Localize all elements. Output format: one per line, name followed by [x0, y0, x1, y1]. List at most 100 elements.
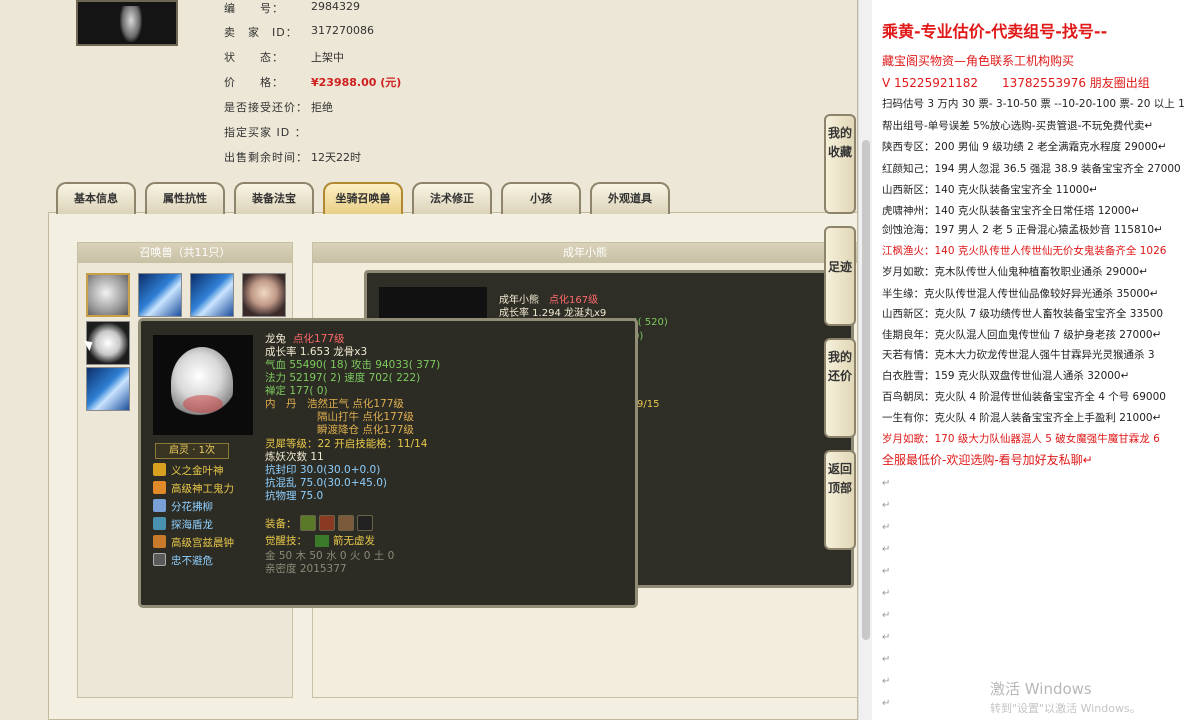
pet-growth: 成长率 1.653 龙骨x3: [265, 346, 368, 358]
pet-thumb-ice-2[interactable]: [190, 273, 234, 317]
pet-thumb-polar-bear[interactable]: [86, 273, 130, 317]
my-counteroffers-button[interactable]: 我的还价: [824, 338, 856, 438]
skill-1[interactable]: 义之金叶神: [153, 463, 224, 479]
awake-skill-icon: [315, 535, 329, 547]
note-line-8: 虎啸神州：140 克火队装备宝宝齐全日常任塔 12000↵: [882, 205, 1140, 217]
note-line-5: 陕西专区：200 男仙 9 级功绩 2 老全满霜克水程度 29000↵: [882, 141, 1167, 153]
windows-activation-hint: 转到"设置"以激活 Windows。: [990, 702, 1141, 715]
equip-label: 装备：: [265, 518, 297, 530]
scrollbar-thumb[interactable]: [862, 140, 870, 640]
equip-slot-2[interactable]: [319, 515, 335, 531]
skill-6[interactable]: 忠不避危: [153, 553, 213, 569]
tab-equipment[interactable]: 装备法宝: [234, 182, 314, 214]
skill-4-label: 探海盾龙: [171, 519, 213, 531]
seller-label: 卖 家 ID：: [224, 26, 298, 39]
note-line-2: V 15225921182 13782553976 朋友圈出组: [882, 76, 1150, 90]
skill-4-icon: [153, 517, 166, 530]
footprints-button[interactable]: 足迹: [824, 226, 856, 326]
equip-slots: [297, 515, 373, 531]
tab-child[interactable]: 小孩: [501, 182, 581, 214]
time-value: 12天22时: [311, 151, 361, 164]
return-mark: ↵: [882, 698, 891, 709]
price-value: ¥23988.00 (元): [311, 76, 402, 89]
skill-2-label: 高级神工鬼力: [171, 483, 234, 495]
rabbit-accent: [183, 395, 223, 413]
note-line-16: 白衣胜雪：159 克火队双盘传世仙混人通杀 32000↵: [882, 370, 1130, 382]
skill-2[interactable]: 高级神工鬼力: [153, 481, 234, 497]
pet-thumb-lady[interactable]: [242, 273, 286, 317]
scrollbar[interactable]: [858, 0, 872, 720]
return-mark: ↵: [882, 522, 891, 533]
skill-1-icon: [153, 463, 166, 476]
pet-thumb-ice-3[interactable]: [86, 367, 130, 411]
note-line-19: 岁月如歌：170 级大力队仙器混人 5 破女魔强牛魔甘霖龙 6: [882, 433, 1160, 445]
return-mark: ↵: [882, 588, 891, 599]
character-figure: [120, 6, 142, 42]
equip-slot-3[interactable]: [338, 515, 354, 531]
rabbit-image: [153, 335, 253, 435]
equip-slot-1[interactable]: [300, 515, 316, 531]
note-line-14: 佳期良年：克火队混人回血鬼传世仙 7 级护身老孩 27000↵: [882, 329, 1162, 341]
return-mark: ↵: [882, 500, 891, 511]
resist-seal: 抗封印 30.0(30.0+0.0): [265, 464, 381, 476]
pet-mp-spd: 法力 52197( 2) 速度 702( 222): [265, 372, 421, 384]
my-favorites-button[interactable]: 我的收藏: [824, 114, 856, 214]
skill-5-icon: [153, 535, 166, 548]
note-line-10: 江枫渔火：140 克火队传世人传世仙无价女鬼装备齐全 1026: [882, 245, 1167, 257]
awake-skill: 箭无虚发: [333, 535, 375, 547]
skill-3-label: 分花拂柳: [171, 501, 213, 513]
skill-3[interactable]: 分花拂柳: [153, 499, 213, 515]
pet-tooltip: 龙兔 点化177级 成长率 1.653 龙骨x3 气血 55490( 18) 攻…: [138, 318, 638, 608]
character-portrait: [76, 0, 178, 46]
note-line-12: 半生缘：克火队传世混人传世仙品像较好异光通杀 35000↵: [882, 288, 1159, 300]
price-label: 价 格：: [224, 76, 284, 89]
note-pane: 乘黄-专业估价-代卖组号-找号-- 藏宝阁买物资—角色联系工机构购买 V 152…: [872, 0, 1188, 720]
note-line-4: 帮出组号-单号误差 5%放心选购-买贵管退-不玩免费代卖↵: [882, 120, 1154, 132]
return-mark: ↵: [882, 478, 891, 489]
neidan-3: 瞬渡降仓 点化177级: [317, 424, 414, 436]
buyer-label: 指定买家 ID ：: [224, 126, 307, 139]
tab-spell-fix[interactable]: 法术修正: [412, 182, 492, 214]
intimacy: 亲密度 2015377: [265, 563, 347, 575]
note-line-6: 红颜知己：194 男人忽混 36.5 强混 38.9 装备宝宝齐全 27000: [882, 163, 1181, 175]
return-mark: ↵: [882, 610, 891, 621]
trade-detail-pane: 编 号： 2984329 卖 家 ID： 317270086 状 态： 上架中 价 格…: [0, 0, 858, 720]
wuxing: 金 50 木 50 水 0 火 0 土 0: [265, 550, 395, 562]
note-line-15: 天若有情：克木大力砍龙传世混人强牛甘霖异光灵猴通杀 3: [882, 349, 1155, 361]
status-label: 状 态：: [224, 51, 284, 64]
counter-offer-value: 拒绝: [311, 101, 333, 114]
windows-activation-watermark: 激活 Windows: [990, 680, 1092, 698]
tab-mounts-pets[interactable]: 坐骑召唤兽: [323, 182, 403, 214]
skill-6-label: 忠不避危: [171, 555, 213, 567]
note-title: 乘黄-专业估价-代卖组号-找号--: [882, 22, 1108, 41]
tab-basic-info[interactable]: 基本信息: [56, 182, 136, 214]
note-line-7: 山西新区：140 克火队装备宝宝齐全 11000↵: [882, 184, 1098, 196]
skill-5[interactable]: 高级宫兹晨钟: [153, 535, 234, 551]
skill-4[interactable]: 探海盾龙: [153, 517, 213, 533]
resist-physical: 抗物理 75.0: [265, 490, 324, 502]
pet-list-header: 召唤兽（共11只）: [78, 243, 292, 263]
return-mark: ↵: [882, 676, 891, 687]
return-mark: ↵: [882, 632, 891, 643]
id-label: 编 号：: [224, 2, 284, 15]
tab-attributes[interactable]: 属性抗性: [145, 182, 225, 214]
back-to-top-button[interactable]: 返回顶部: [824, 450, 856, 550]
pet-thumb-ice-1[interactable]: [138, 273, 182, 317]
counter-offer-label: 是否接受还价：: [224, 101, 308, 114]
lingxi: 灵犀等级：22 开启技能格：11/14: [265, 438, 428, 450]
return-mark: ↵: [882, 566, 891, 577]
neidan-1: 浩然正气 点化177级: [307, 398, 404, 410]
equip-slot-4[interactable]: [357, 515, 373, 531]
time-label: 出售剩余时间：: [224, 151, 308, 164]
note-line-13: 山西新区：克火队 7 级功绩传世人畜牧装备宝宝齐全 33500: [882, 308, 1164, 320]
skill-3-icon: [153, 499, 166, 512]
status-value: 上架中: [311, 51, 344, 64]
id-value: 2984329: [311, 0, 360, 13]
detail-tabs: 基本信息 属性抗性 装备法宝 坐骑召唤兽 法术修正 小孩 外观道具: [56, 182, 670, 214]
note-line-1: 藏宝阁买物资—角色联系工机构购买: [882, 54, 1075, 68]
tab-appearance[interactable]: 外观道具: [590, 182, 670, 214]
pet-name: 龙兔: [265, 333, 286, 345]
bear-value-3: 9/15: [637, 399, 660, 410]
note-line-18: 一生有你：克火队 4 阶混人装备宝宝齐全上手盈利 21000↵: [882, 412, 1162, 424]
pet-detail-header: 成年小熊: [313, 243, 857, 263]
